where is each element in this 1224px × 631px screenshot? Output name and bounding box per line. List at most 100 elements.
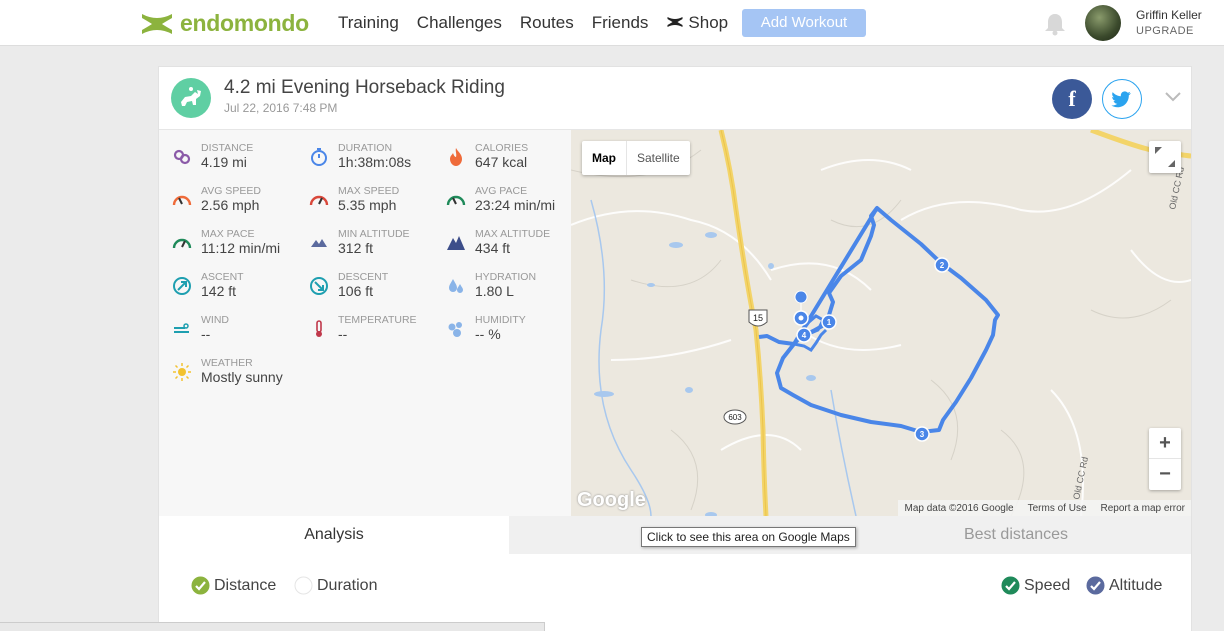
horseback-riding-icon: [171, 78, 211, 118]
stat-label: AVG SPEED: [201, 185, 261, 197]
humidity-icon: [446, 319, 466, 339]
stat-value: 2.56 mph: [201, 197, 260, 213]
avatar[interactable]: [1085, 5, 1121, 41]
tab-analysis[interactable]: Analysis: [159, 516, 509, 554]
option-distance-label: Distance: [214, 576, 277, 594]
stat-label: AVG PACE: [475, 185, 528, 197]
twitter-bird-icon: [1111, 91, 1131, 108]
stat-max-speed: MAX SPEED 5.35 mph: [296, 185, 431, 221]
stat-label: MIN ALTITUDE: [338, 228, 410, 240]
stat-label: MAX ALTITUDE: [475, 228, 551, 240]
stat-value: 4.19 mi: [201, 154, 247, 170]
stat-ascent: ASCENT 142 ft: [159, 271, 294, 307]
twitter-share-button[interactable]: [1102, 79, 1142, 119]
stats-panel: DISTANCE 4.19 mi DURATION 1h:38m:08s CAL…: [159, 130, 571, 516]
pace-gauge-icon: [446, 190, 466, 210]
stat-label: DURATION: [338, 142, 393, 154]
zoom-in-button[interactable]: +: [1149, 428, 1181, 459]
fullscreen-button[interactable]: [1149, 141, 1181, 173]
user-name[interactable]: Griffin Keller: [1136, 8, 1202, 22]
option-duration[interactable]: Duration: [294, 576, 377, 595]
stat-label: MAX PACE: [201, 228, 255, 240]
stat-max-pace: MAX PACE 11:12 min/mi: [159, 228, 294, 264]
route-603-shield: 603: [723, 409, 747, 425]
report-map-error-link[interactable]: Report a map error: [1101, 503, 1185, 514]
road-label-old-cc-rd: Old CC Rd: [1071, 456, 1090, 501]
stat-label: DESCENT: [338, 271, 389, 283]
map-tooltip: Click to see this area on Google Maps: [641, 527, 856, 547]
marker-label-1: 1: [827, 318, 832, 327]
thermometer-icon: [309, 319, 329, 339]
map-type-map[interactable]: Map: [582, 141, 626, 175]
stat-value: 1.80 L: [475, 283, 514, 299]
stat-value: 434 ft: [475, 240, 511, 256]
stat-label: HYDRATION: [475, 271, 537, 283]
fullscreen-icon: [1155, 147, 1175, 167]
endomondo-logo[interactable]: endomondo: [140, 10, 309, 37]
marker-label-3: 3: [920, 430, 925, 439]
main-nav: Training Challenges Routes Friends Shop: [338, 13, 746, 33]
option-altitude-label: Altitude: [1109, 576, 1163, 594]
nav-challenges[interactable]: Challenges: [417, 13, 502, 33]
top-nav: endomondo Training Challenges Routes Fri…: [0, 0, 1224, 46]
stat-value: --: [201, 326, 211, 342]
stat-label: ASCENT: [201, 271, 244, 283]
upgrade-link[interactable]: UPGRADE: [1136, 25, 1194, 37]
chevron-down-icon[interactable]: [1165, 89, 1181, 107]
add-workout-button[interactable]: Add Workout: [742, 9, 866, 37]
facebook-share-button[interactable]: f: [1052, 79, 1092, 119]
google-logo[interactable]: Google: [577, 489, 646, 512]
stopwatch-icon: [309, 147, 329, 167]
option-duration-label: Duration: [317, 576, 378, 594]
stat-humidity: HUMIDITY -- %: [433, 314, 568, 350]
option-speed[interactable]: Speed: [1001, 576, 1070, 595]
stat-label: TEMPERATURE: [338, 314, 417, 326]
workout-header: 4.2 mi Evening Horseback Riding Jul 22, …: [159, 67, 1191, 130]
nav-routes[interactable]: Routes: [520, 13, 574, 33]
pace-gauge-icon: [172, 233, 192, 253]
stat-label: CALORIES: [475, 142, 529, 154]
marker-label-4: 4: [802, 331, 807, 340]
stat-value: 23:24 min/mi: [475, 197, 556, 213]
nav-friends[interactable]: Friends: [592, 13, 649, 33]
stat-label: HUMIDITY: [475, 314, 526, 326]
stat-wind: WIND --: [159, 314, 294, 350]
stat-value: 647 kcal: [475, 154, 528, 170]
mountain-icon: [309, 233, 329, 253]
under-armour-icon: [140, 12, 174, 36]
stat-avg-pace: AVG PACE 23:24 min/mi: [433, 185, 568, 221]
stat-label: MAX SPEED: [338, 185, 400, 197]
stat-value: 5.35 mph: [338, 197, 397, 213]
stat-hydration: HYDRATION 1.80 L: [433, 271, 568, 307]
option-distance[interactable]: Distance: [191, 576, 276, 595]
tab-best-distances[interactable]: Best distances: [841, 516, 1191, 554]
zoom-out-button[interactable]: −: [1149, 459, 1181, 490]
start-pin-icon[interactable]: [793, 290, 809, 326]
browser-status-bar: [0, 622, 545, 631]
map-type-satellite[interactable]: Satellite: [626, 141, 690, 175]
nav-shop[interactable]: Shop: [666, 13, 728, 33]
terms-of-use-link[interactable]: Terms of Use: [1028, 503, 1087, 514]
stat-value: Mostly sunny: [201, 369, 283, 385]
stat-min-altitude: MIN ALTITUDE 312 ft: [296, 228, 431, 264]
option-altitude[interactable]: Altitude: [1086, 576, 1162, 595]
stat-duration: DURATION 1h:38m:08s: [296, 142, 431, 178]
route-map[interactable]: 1 2 3 4 15 603 Old CC Rd Old CC Rd Map S…: [571, 130, 1191, 516]
stat-value: -- %: [475, 326, 501, 342]
ascent-icon: [172, 276, 192, 296]
map-data-text: Map data ©2016 Google: [904, 502, 1014, 514]
stat-value: 312 ft: [338, 240, 374, 256]
sun-icon: [172, 362, 192, 382]
stat-calories: CALORIES 647 kcal: [433, 142, 568, 178]
map-canvas[interactable]: 1 2 3 4 15 603 Old CC Rd Old CC Rd: [571, 130, 1191, 516]
bell-icon[interactable]: [1044, 12, 1066, 41]
map-type-control: Map Satellite: [582, 141, 690, 175]
flame-icon: [446, 147, 466, 167]
checked-icon: [1086, 576, 1105, 595]
svg-text:15: 15: [753, 313, 763, 323]
stat-label: WEATHER: [201, 357, 253, 369]
highway-15-shield: 15: [748, 309, 768, 327]
workout-title: 4.2 mi Evening Horseback Riding: [224, 77, 505, 98]
nav-training[interactable]: Training: [338, 13, 399, 33]
descent-icon: [309, 276, 329, 296]
